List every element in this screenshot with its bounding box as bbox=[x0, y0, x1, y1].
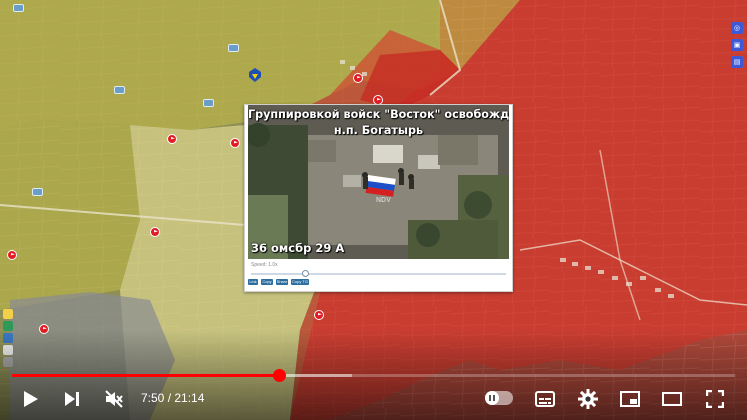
video-title-line2: н.п. Богатырь bbox=[333, 124, 424, 137]
speed-slider[interactable] bbox=[251, 270, 506, 277]
popup-button-link[interactable]: Link bbox=[248, 279, 258, 285]
measure-icon[interactable]: ▣ bbox=[731, 39, 743, 51]
pause-icon bbox=[485, 391, 499, 405]
map-flag-marker[interactable] bbox=[230, 138, 240, 148]
subtitles-icon[interactable] bbox=[534, 388, 556, 410]
ukraine-unit-icon[interactable] bbox=[249, 68, 261, 82]
map-vehicle-marker[interactable] bbox=[203, 99, 214, 107]
map-flag-marker[interactable] bbox=[314, 310, 324, 320]
legend-swatch-yellow[interactable] bbox=[3, 309, 13, 319]
layers-icon[interactable]: ◎ bbox=[731, 22, 743, 34]
map-vehicle-marker[interactable] bbox=[228, 44, 239, 52]
map-flag-marker[interactable] bbox=[353, 73, 363, 83]
time-display: 7:50 / 21:14 bbox=[141, 391, 205, 405]
popup-button-share[interactable]: Share bbox=[276, 279, 288, 285]
played-bar bbox=[12, 374, 279, 377]
map-flag-marker[interactable] bbox=[150, 227, 160, 237]
miniplayer-icon[interactable] bbox=[619, 388, 641, 410]
share-icon[interactable]: ▤ bbox=[731, 56, 743, 68]
speed-label: Speed: 1.0x bbox=[251, 262, 278, 268]
video-title-line1: Группировкой войск "Восток" освобожден bbox=[248, 108, 509, 121]
video-popup[interactable]: Группировкой войск "Восток" освобожден н… bbox=[244, 104, 513, 292]
map-vehicle-marker[interactable] bbox=[32, 188, 43, 196]
speed-slider-handle[interactable] bbox=[302, 270, 309, 277]
fullscreen-icon[interactable] bbox=[704, 388, 726, 410]
map-side-controls: ◎ ▣ ▤ bbox=[731, 22, 744, 72]
map-flag-marker[interactable] bbox=[167, 134, 177, 144]
map-flag-marker[interactable] bbox=[7, 250, 17, 260]
autoplay-toggle[interactable] bbox=[485, 391, 513, 405]
next-icon[interactable] bbox=[62, 389, 82, 409]
video-watermark: NDV bbox=[376, 197, 391, 204]
scrubber-handle[interactable] bbox=[272, 369, 286, 382]
video-player[interactable]: ◎ ▣ ▤ Группировкой войск "Восток" освобо… bbox=[0, 0, 747, 420]
progress-bar[interactable] bbox=[12, 369, 735, 382]
mute-icon[interactable] bbox=[103, 388, 125, 410]
theater-icon[interactable] bbox=[661, 388, 683, 410]
popup-button-copy[interactable]: Copy bbox=[261, 279, 273, 285]
gear-icon[interactable] bbox=[577, 388, 599, 410]
map-vehicle-marker[interactable] bbox=[13, 4, 24, 12]
embedded-video-frame[interactable]: Группировкой войск "Восток" освобожден н… bbox=[248, 105, 509, 259]
popup-button-copy-tg[interactable]: Copy TG bbox=[291, 279, 309, 285]
play-icon[interactable] bbox=[21, 389, 41, 409]
map-vehicle-marker[interactable] bbox=[114, 86, 125, 94]
video-unit-caption: 36 омсбр 29 А bbox=[251, 241, 345, 255]
